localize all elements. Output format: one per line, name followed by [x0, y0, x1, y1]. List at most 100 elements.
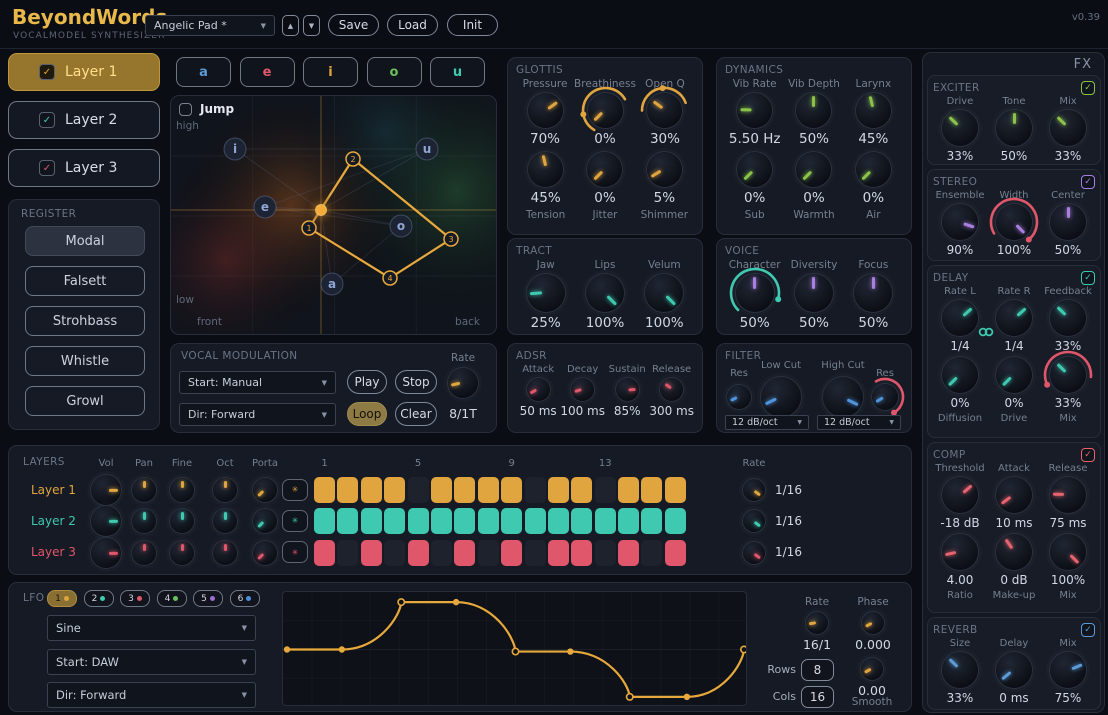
lfo-tab-4[interactable]: 4 [157, 590, 187, 607]
shimmer-knob[interactable] [647, 152, 682, 187]
stereo-link-icon[interactable] [978, 327, 994, 337]
oct-knob[interactable] [213, 541, 237, 565]
layer-mod-button[interactable]: ✳ [282, 541, 308, 563]
porta-knob[interactable] [253, 541, 277, 565]
sub-knob[interactable] [737, 152, 772, 187]
layer-checkbox[interactable]: ✓ [39, 112, 55, 128]
step-cell-16[interactable] [665, 540, 686, 566]
stop-button[interactable]: Stop [395, 370, 437, 394]
path-node-2[interactable]: 2 [346, 152, 360, 166]
ratio-knob[interactable] [942, 534, 978, 570]
drive-knob[interactable] [942, 110, 978, 146]
step-cell-7[interactable] [454, 540, 475, 566]
center-knob[interactable] [1050, 204, 1086, 240]
step-cell-15[interactable] [641, 508, 662, 534]
step-cell-16[interactable] [665, 508, 686, 534]
velum-knob[interactable] [645, 274, 683, 312]
xy-position-marker[interactable] [316, 205, 327, 216]
lips-knob[interactable] [586, 274, 624, 312]
width-knob[interactable] [996, 204, 1032, 240]
step-cell-2[interactable] [337, 540, 358, 566]
fx-stereo-enable-checkbox[interactable]: ✓ [1081, 175, 1095, 189]
step-cell-10[interactable] [525, 508, 546, 534]
layer-rate-knob[interactable] [743, 479, 765, 501]
step-cell-13[interactable] [595, 508, 616, 534]
pan-knob[interactable] [132, 478, 156, 502]
step-cell-14[interactable] [618, 477, 639, 503]
register-option-falsett[interactable]: Falsett [25, 266, 145, 296]
vowel-button-a[interactable]: a [176, 57, 231, 87]
save-button[interactable]: Save [328, 14, 379, 36]
step-cell-2[interactable] [337, 508, 358, 534]
porta-knob[interactable] [253, 478, 277, 502]
step-cell-5[interactable] [408, 508, 429, 534]
lfo-curve-display[interactable] [282, 591, 747, 706]
register-option-growl[interactable]: Growl [25, 386, 145, 416]
rows-stepper[interactable]: 8 [801, 659, 834, 681]
pan-knob[interactable] [132, 509, 156, 533]
fx-reverb-enable-checkbox[interactable]: ✓ [1081, 623, 1095, 637]
step-cell-7[interactable] [454, 477, 475, 503]
vowel-node-a[interactable]: a [321, 273, 343, 295]
step-cell-11[interactable] [548, 508, 569, 534]
step-cell-6[interactable] [431, 477, 452, 503]
fx-delay-enable-checkbox[interactable]: ✓ [1081, 271, 1095, 285]
step-cell-9[interactable] [501, 508, 522, 534]
filter-low-cut-knob-2[interactable] [761, 377, 801, 417]
step-cell-12[interactable] [571, 540, 592, 566]
direction-select[interactable]: Dir: Forward ▼ [179, 403, 336, 426]
step-cell-11[interactable] [548, 540, 569, 566]
lfo-tab-1[interactable]: 1 [47, 590, 77, 607]
ensemble-knob[interactable] [942, 204, 978, 240]
vowel-button-i[interactable]: i [303, 57, 358, 87]
step-cell-6[interactable] [431, 540, 452, 566]
step-cell-1[interactable] [314, 477, 335, 503]
rate-l-knob[interactable] [942, 300, 978, 336]
step-cell-1[interactable] [314, 540, 335, 566]
fine-knob[interactable] [170, 509, 194, 533]
lfo-tab-2[interactable]: 2 [84, 590, 114, 607]
vowel-node-e[interactable]: e [254, 196, 276, 218]
mix-knob[interactable] [1050, 357, 1086, 393]
register-option-strohbass[interactable]: Strohbass [25, 306, 145, 336]
vowel-button-o[interactable]: o [367, 57, 422, 87]
layer-rate-knob[interactable] [743, 542, 765, 564]
jump-checkbox[interactable] [179, 103, 192, 116]
pressure-knob[interactable] [528, 93, 563, 128]
fine-knob[interactable] [170, 541, 194, 565]
step-cell-16[interactable] [665, 477, 686, 503]
cols-stepper[interactable]: 16 [801, 686, 834, 708]
lfo-wave-select[interactable]: Sine▼ [47, 615, 256, 641]
vowel-node-i[interactable]: i [224, 138, 246, 160]
loop-button[interactable]: Loop [347, 402, 387, 426]
layer-mod-button[interactable]: ✳ [282, 479, 308, 501]
diffusion-knob[interactable] [942, 357, 978, 393]
larynx-knob[interactable] [856, 93, 891, 128]
decay-knob[interactable] [571, 378, 594, 401]
step-cell-12[interactable] [571, 477, 592, 503]
lfo-rate-knob[interactable] [806, 612, 828, 634]
oct-knob[interactable] [213, 509, 237, 533]
fx-exciter-enable-checkbox[interactable]: ✓ [1081, 81, 1095, 95]
step-cell-13[interactable] [595, 477, 616, 503]
step-cell-15[interactable] [641, 540, 662, 566]
air-knob[interactable] [856, 152, 891, 187]
step-cell-10[interactable] [525, 540, 546, 566]
lfo-phase-knob[interactable] [862, 612, 884, 634]
step-cell-13[interactable] [595, 540, 616, 566]
step-cell-15[interactable] [641, 477, 662, 503]
register-option-modal[interactable]: Modal [25, 226, 145, 256]
filter-res-knob-1[interactable] [727, 385, 751, 409]
tension-knob[interactable] [528, 152, 563, 187]
step-cell-7[interactable] [454, 508, 475, 534]
step-cell-4[interactable] [384, 477, 405, 503]
step-cell-14[interactable] [618, 508, 639, 534]
step-cell-1[interactable] [314, 508, 335, 534]
vowel-node-u[interactable]: u [416, 138, 438, 160]
lfo-tab-5[interactable]: 5 [193, 590, 223, 607]
oct-knob[interactable] [213, 478, 237, 502]
step-cell-8[interactable] [478, 540, 499, 566]
vowel-button-u[interactable]: u [430, 57, 485, 87]
lfo-smooth-knob[interactable] [861, 658, 883, 680]
mix-knob[interactable] [1050, 652, 1086, 688]
